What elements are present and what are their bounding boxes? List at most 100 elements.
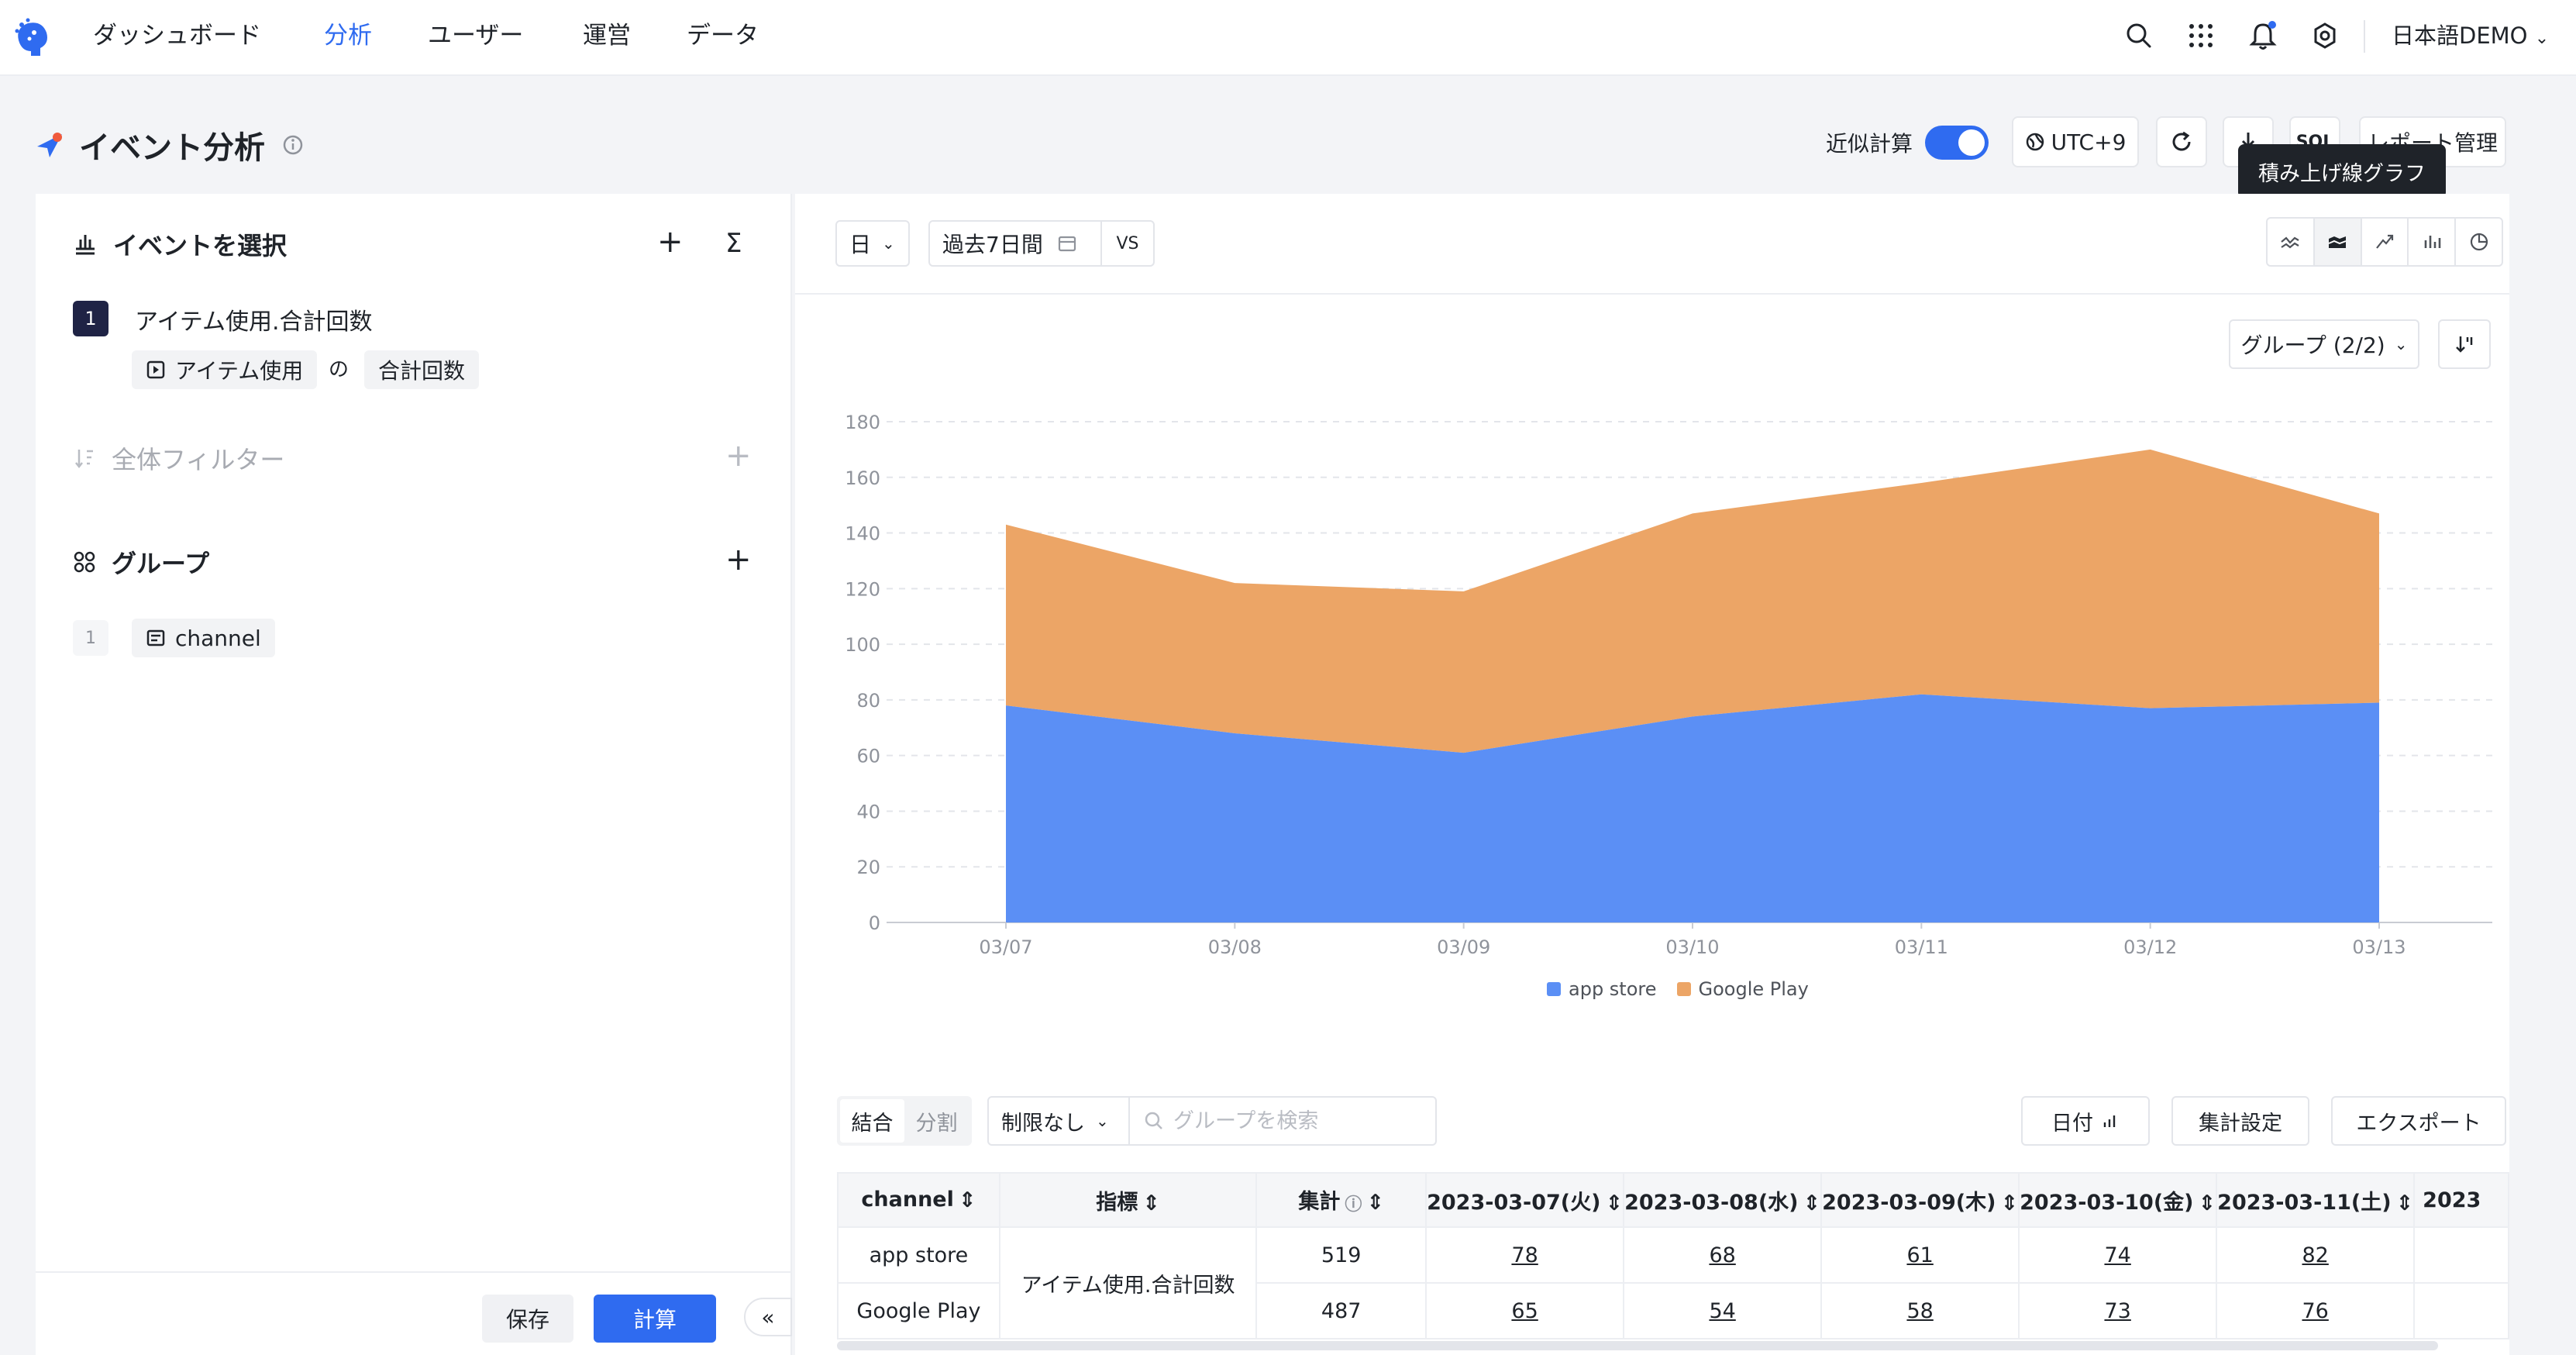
y-tick-label: 40 <box>856 801 880 822</box>
sort-arrows-icon: ⇕ <box>1605 1191 1624 1215</box>
cell-value[interactable]: 61 <box>1820 1226 2020 1284</box>
cell-channel: app store <box>837 1226 1000 1284</box>
col-channel[interactable]: channel ⇕ <box>837 1172 1000 1228</box>
sort-arrows-icon: ⇕ <box>2198 1191 2216 1215</box>
info-icon[interactable] <box>282 134 304 156</box>
nav-analysis[interactable]: 分析 <box>324 19 372 53</box>
page-title: イベント分析 <box>79 130 265 166</box>
result-table: channel ⇕ 指標 ⇕ 集計 ⓘ ⇕ 2023-03-07(火) ⇕ 2023-03… <box>837 1172 2509 1339</box>
bell-icon[interactable] <box>2246 19 2280 53</box>
seg-combined[interactable]: 結合 <box>840 1099 904 1143</box>
chevron-down-icon: ⌄ <box>2534 29 2550 48</box>
cell-value[interactable]: 65 <box>1425 1282 1625 1339</box>
refresh-icon <box>2172 131 2191 151</box>
cell-metric: アイテム使用.合計回数 <box>998 1226 1258 1339</box>
brain-logo-icon[interactable] <box>11 17 54 57</box>
col-date-1[interactable]: 2023-03-07(火) ⇕ <box>1425 1172 1625 1228</box>
event-index-badge: 1 <box>73 301 108 336</box>
y-tick-label: 0 <box>869 912 880 934</box>
approx-calc-toggle[interactable] <box>1925 126 1989 160</box>
legend-swatch <box>1547 982 1561 996</box>
seg-split[interactable]: 分割 <box>904 1099 969 1143</box>
sort-arrows-icon: ⇕ <box>1142 1191 1160 1215</box>
y-tick-label: 60 <box>856 746 880 767</box>
legend-item-app-store[interactable]: app store <box>1547 978 1657 1000</box>
x-tick-label: 03/13 <box>2352 936 2406 958</box>
sort-arrows-icon: ⇕ <box>2000 1191 2019 1215</box>
y-tick-label: 80 <box>856 690 880 712</box>
y-tick-label: 180 <box>845 412 880 433</box>
cell-value[interactable]: 74 <box>2018 1226 2218 1284</box>
result-table-wrap: channel ⇕ 指標 ⇕ 集計 ⓘ ⇕ 2023-03-07(火) ⇕ 2023-03… <box>837 1172 2509 1355</box>
x-tick-label: 03/08 <box>1208 936 1262 958</box>
table-row: app store アイテム使用.合計回数 519 78 68 61 74 82 <box>837 1226 2509 1339</box>
cell-value[interactable]: 82 <box>2216 1226 2416 1284</box>
cell-value[interactable]: 73 <box>2018 1282 2218 1339</box>
col-date-6[interactable]: 2023 <box>2413 1172 2509 1228</box>
field-icon <box>146 628 166 648</box>
col-date-4[interactable]: 2023-03-10(金) ⇕ <box>2018 1172 2218 1228</box>
sort-arrows-icon: ⇕ <box>2395 1191 2414 1215</box>
table-horizontal-scrollbar[interactable] <box>837 1341 2438 1350</box>
cell-value[interactable]: 58 <box>1820 1282 2020 1339</box>
add-group-icon[interactable]: + <box>725 544 752 575</box>
event-chip[interactable]: アイテム使用 <box>132 350 318 389</box>
metric-chip[interactable]: 合計回数 <box>364 350 480 389</box>
apps-grid-icon[interactable] <box>2184 19 2218 53</box>
legend-item-google-play[interactable]: Google Play <box>1676 978 1809 1000</box>
collapse-panel-button[interactable]: « <box>744 1298 792 1336</box>
cell-value[interactable]: 78 <box>1425 1226 1625 1284</box>
y-tick-label: 160 <box>845 467 880 489</box>
col-date-5[interactable]: 2023-03-11(土) ⇕ <box>2216 1172 2416 1228</box>
global-filter-title: 全体フィルター <box>73 440 284 476</box>
cell-value[interactable]: 54 <box>1623 1282 1823 1339</box>
search-icon[interactable] <box>2122 19 2156 53</box>
save-button[interactable]: 保存 <box>482 1295 573 1343</box>
event-metric-name[interactable]: アイテム使用.合計回数 <box>135 302 373 336</box>
cell-total: 487 <box>1255 1282 1427 1339</box>
timezone-button[interactable]: UTC+9 <box>2012 116 2139 167</box>
group-index-badge: 1 <box>73 620 108 656</box>
cell-value[interactable]: 68 <box>1623 1226 1823 1284</box>
of-connector: の <box>329 358 350 381</box>
user-menu[interactable]: 日本語DEMO ⌄ <box>2392 20 2549 54</box>
x-tick-label: 03/09 <box>1437 936 1490 958</box>
approx-calc-label: 近似計算 <box>1826 131 1913 157</box>
col-metric[interactable]: 指標 ⇕ <box>998 1172 1258 1228</box>
nav-data[interactable]: データ <box>687 19 759 53</box>
add-event-icon[interactable]: + <box>657 226 684 257</box>
nav-dashboard[interactable]: ダッシュボード <box>93 19 261 53</box>
col-date-3[interactable]: 2023-03-09(木) ⇕ <box>1820 1172 2020 1228</box>
group-field-chip[interactable]: channel <box>132 619 275 657</box>
group-icon <box>73 550 96 574</box>
col-total[interactable]: 集計 ⓘ ⇕ <box>1255 1172 1427 1228</box>
events-section-title: イベントを選択 <box>73 226 287 262</box>
export-button[interactable]: エクスポート <box>2331 1096 2506 1146</box>
x-tick-label: 03/11 <box>1895 936 1948 958</box>
group-search-input[interactable] <box>1173 1108 1421 1133</box>
aggregation-settings-button[interactable]: 集計設定 <box>2171 1096 2309 1146</box>
nav-users[interactable]: ユーザー <box>428 19 523 53</box>
nav-operations[interactable]: 運営 <box>583 19 631 53</box>
table-header-row: channel ⇕ 指標 ⇕ 集計 ⓘ ⇕ 2023-03-07(火) ⇕ 2023-03… <box>837 1172 2509 1228</box>
date-sort-button[interactable]: 日付 <box>2021 1096 2150 1146</box>
cell-value[interactable]: 76 <box>2216 1282 2416 1339</box>
col-date-2[interactable]: 2023-03-08(水) ⇕ <box>1623 1172 1823 1228</box>
refresh-button[interactable] <box>2156 116 2207 167</box>
settings-gear-icon[interactable] <box>2308 19 2342 53</box>
top-nav: ダッシュボード 分析 ユーザー 運営 データ 日本語DEMO ⌄ <box>0 0 2576 76</box>
formula-sigma-icon[interactable]: Σ <box>725 228 742 259</box>
nav-divider <box>2364 20 2365 53</box>
sort-arrows-icon: ⇕ <box>1366 1191 1384 1215</box>
limit-select[interactable]: 制限なし ⌄ <box>987 1096 1130 1146</box>
table-view-segment: 結合 分割 <box>837 1096 972 1146</box>
sort-arrows-icon: ⇕ <box>958 1188 976 1212</box>
add-filter-icon[interactable]: + <box>725 440 752 471</box>
rocket-icon <box>37 133 62 157</box>
toggle-knob <box>1958 129 1985 156</box>
group-section-title: グループ <box>73 544 209 580</box>
cell-value-truncated <box>2413 1282 2509 1339</box>
chart-legend: app store Google Play <box>1547 978 1829 1000</box>
calculate-button[interactable]: 計算 <box>594 1295 716 1343</box>
legend-swatch <box>1676 982 1691 996</box>
